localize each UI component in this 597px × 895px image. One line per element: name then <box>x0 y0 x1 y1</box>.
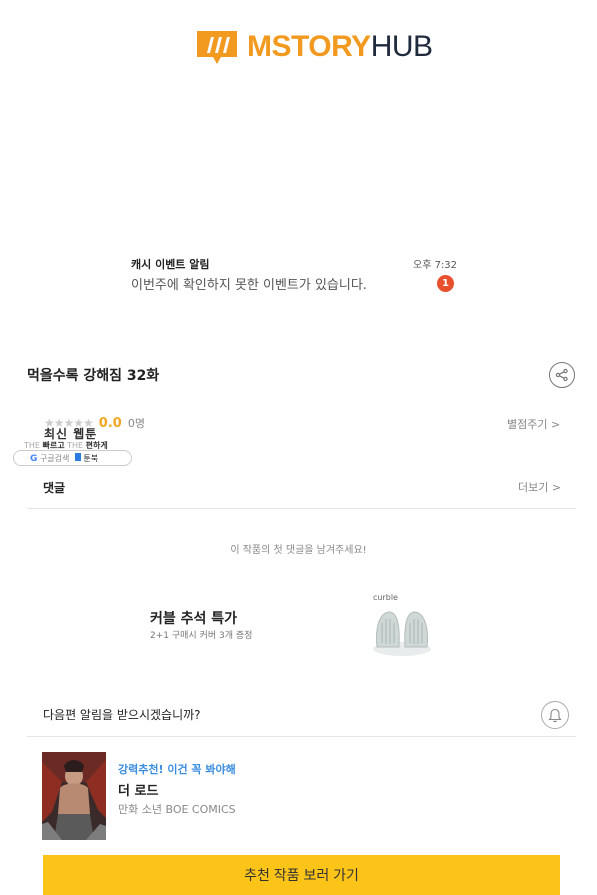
book-icon <box>75 452 82 461</box>
empty-comment-message: 이 작품의 첫 댓글을 남겨주세요! <box>230 545 367 556</box>
share-icon <box>555 368 568 382</box>
recommend-thumbnail[interactable] <box>42 752 106 840</box>
notice-body[interactable]: 이번주에 확인하지 못한 이벤트가 있습니다. <box>131 274 367 293</box>
site-logo[interactable]: MSTORYHUB <box>195 28 433 66</box>
logo-text-brand: MSTORY <box>247 30 371 63</box>
sub-the-1: THE <box>24 441 40 450</box>
logo-text-hub: HUB <box>370 30 433 63</box>
share-button[interactable] <box>549 362 575 388</box>
bell-icon <box>548 708 562 722</box>
sub-easy: 편하게 <box>85 441 108 450</box>
next-episode-question: 다음편 알림을 받으시겠습니까? <box>43 708 201 722</box>
divider <box>27 736 576 737</box>
toonbook-label: 툰북 <box>83 453 99 463</box>
toonbook-link[interactable]: 툰북 <box>75 452 99 464</box>
logo-mark-icon <box>195 29 239 65</box>
ad-subtitle: 2+1 구매시 커버 3개 증정 <box>150 631 253 641</box>
recommend-cta-button[interactable]: 추천 작품 보러 가기 <box>43 855 560 895</box>
rating-count: 0명 <box>127 417 145 430</box>
sub-fast: 빠르고 <box>42 441 65 450</box>
recommend-tag: 강력추천! 이건 꼭 봐야해 <box>118 763 236 776</box>
notice-title: 캐시 이벤트 알림 <box>131 258 210 271</box>
episode-title: 먹을수록 강해짐 32화 <box>27 368 160 384</box>
notice-time: 오후 7:32 <box>413 260 458 271</box>
comments-title: 댓글 <box>43 481 66 495</box>
google-search-link[interactable]: G 구글검색 <box>30 453 69 464</box>
notice-badge: 1 <box>437 275 454 292</box>
rate-link[interactable]: 별점주기 > <box>507 416 560 432</box>
ad-product-image[interactable] <box>371 603 433 658</box>
divider <box>27 508 576 509</box>
ad-brand: curble <box>373 593 398 602</box>
ad-title[interactable]: 커블 추석 특가 <box>150 608 237 628</box>
sub-the-2: THE <box>67 441 84 450</box>
logo-text: MSTORYHUB <box>247 30 433 64</box>
recommend-title[interactable]: 더 로드 <box>118 780 158 799</box>
notification-bell-button[interactable] <box>541 701 569 729</box>
google-search-label: 구글검색 <box>39 453 70 463</box>
google-icon: G <box>30 453 38 464</box>
comments-more-link[interactable]: 더보기 > <box>518 479 561 495</box>
recommend-meta: 만화 소년 BOE COMICS <box>118 803 236 816</box>
rating-score: 0.0 <box>98 415 122 431</box>
search-pill: G 구글검색 툰북 <box>13 450 132 466</box>
